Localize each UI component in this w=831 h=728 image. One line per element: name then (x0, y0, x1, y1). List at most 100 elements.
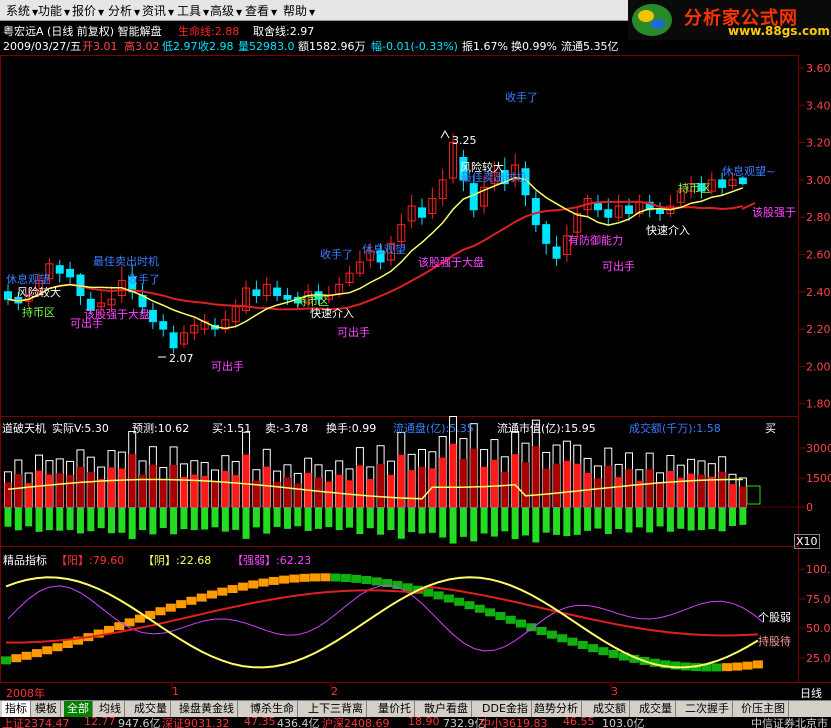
indicator-step-block (155, 607, 166, 616)
volume-sell-bar (304, 508, 312, 531)
candle-body (625, 205, 633, 214)
volume-sell-bar (87, 508, 95, 532)
volume-buy: 买:1.51 (212, 422, 252, 435)
indicator-tab-6[interactable]: 博杀生命 (247, 701, 298, 717)
volume-buy-bar (356, 465, 364, 507)
indicator-tab-2[interactable]: 全部 (64, 701, 93, 717)
volume-sell-bar (377, 508, 385, 535)
indicator-tab-0[interactable]: 指标 (2, 701, 31, 717)
volume-buy-bar (4, 482, 12, 507)
price-annotation-22: 可出手 (70, 316, 103, 330)
status-item-0: 上证2374.47 (2, 717, 70, 728)
time-axis-month-3: 3 (611, 685, 618, 698)
volume-sell-bar (584, 508, 592, 531)
volume-sell-bar (718, 508, 726, 532)
indicator-strength-line (7, 585, 764, 652)
volume-buy-bar (687, 473, 695, 507)
volume-sell-bar (263, 508, 271, 534)
price-axis-label: 3.00 (806, 174, 831, 187)
indicator-step-block (62, 640, 73, 649)
indicator-strength: 【强弱】:62.23 (232, 554, 312, 567)
indicator-tab-14[interactable]: 二次握手 (682, 701, 733, 717)
indicator-tab-4[interactable]: 成交量 (131, 701, 171, 717)
indicator-step-block (505, 615, 516, 624)
candle-body (148, 309, 157, 323)
indicator-tab-11[interactable]: 趋势分析 (531, 701, 582, 717)
volume-sell-bar (4, 508, 12, 527)
volume-buy-bar (718, 471, 726, 507)
indicator-axis-label: 100. (806, 563, 831, 576)
volume-sell-bar (366, 508, 374, 529)
volume-sell-bar (14, 508, 22, 531)
volume-sell-bar (56, 508, 64, 531)
volume-sell-bar (356, 508, 364, 535)
indicator-tab-5[interactable]: 操盘黄金线 (176, 701, 238, 717)
status-item-2: 947.6亿 (118, 717, 161, 728)
volume-sell: 卖:-3.78 (265, 422, 309, 435)
volume-buy-bar (335, 474, 343, 507)
candle-body (738, 177, 747, 185)
indicator-step-block (289, 574, 300, 583)
indicator-tab-8[interactable]: 量价托 (375, 701, 415, 717)
indicator-step-block (464, 601, 475, 610)
indicator-tab-13[interactable]: 成交量 (636, 701, 676, 717)
volume-turnover: 换手:0.99 (326, 422, 377, 435)
volume-buy-bar (242, 454, 250, 507)
volume-sell-bar (66, 508, 74, 530)
index-status-bar: 上证2374.47 12.77 947.6亿 深证9031.32 47.35 436.4亿… (0, 717, 831, 728)
volume-sell-bar (511, 508, 519, 540)
volume-buy-bar (35, 470, 43, 507)
volume-buy-bar (573, 463, 581, 507)
indicator-tab-3[interactable]: 均线 (96, 701, 125, 717)
indicator-step-block (186, 596, 197, 605)
volume-sell-bar (25, 508, 33, 527)
indicator-axis-label: 50.00 (806, 622, 831, 635)
volume-buy-bar (366, 478, 374, 507)
volume-tail: 买 (765, 422, 776, 435)
price-annotation-8: 有防御能力 (568, 233, 623, 247)
volume-buy-bar (180, 476, 188, 507)
indicator-tab-15[interactable]: 价压主图 (738, 701, 789, 717)
indicator-step-band (1, 573, 763, 672)
price-axis-label: 2.80 (806, 211, 831, 224)
volume-buy-bar (87, 472, 95, 507)
indicator-step-block (443, 594, 454, 603)
indicator-step-block (722, 663, 732, 672)
volume-buy-bar (656, 483, 664, 507)
price-annotation-9: 可出手 (602, 259, 635, 273)
indicator-tab-9[interactable]: 散户看盘 (421, 701, 472, 717)
volume-sell-bar (563, 508, 571, 537)
volume-buy-bar (729, 484, 736, 507)
indicator-tab-1[interactable]: 模板 (32, 701, 61, 717)
indicator-tab-12[interactable]: 成交额 (590, 701, 630, 717)
price-axis-label: 1.80 (806, 398, 831, 411)
volume-sell-bar (532, 508, 540, 543)
volume-buy-bar (76, 467, 84, 507)
indicator-tab-7[interactable]: 上下三背离 (305, 701, 367, 717)
volume-sell-bar (542, 508, 550, 533)
volume-sell-bar (35, 508, 43, 532)
volume-buy-bar (315, 477, 322, 507)
indicator-step-block (21, 651, 32, 660)
price-annotation-4: 休息观望~ (722, 164, 775, 178)
indicator-step-block (1, 656, 11, 665)
indicator-step-block (546, 630, 557, 639)
volume-buy-bar (522, 462, 529, 507)
price-annotation-20: 持币区 (22, 305, 55, 319)
candle-body (552, 246, 561, 259)
volume-buy-bar (615, 477, 623, 507)
volume-buy-bar (263, 466, 271, 507)
chart-canvas[interactable]: 3.60 3.40 3.20 3.00 2.80 2.60 2.40 2.20 2.00 1.80… (0, 0, 831, 700)
volume-buy-bar (470, 448, 478, 507)
price-annotation-1: 3.25 (452, 134, 477, 147)
indicator-step-block (31, 649, 42, 658)
time-axis-month-1: 1 (172, 685, 179, 698)
volume-sell-bar (170, 508, 178, 535)
indicator-step-block (299, 573, 310, 582)
volume-axis-label: 15000 (806, 472, 831, 485)
volume-float-shares: 流通盘(亿):5.35 (393, 422, 474, 435)
price-annotation-7: 快速介入 (646, 224, 690, 237)
volume-sell-bar (666, 508, 674, 532)
volume-buy-bar (149, 464, 157, 507)
indicator-tab-10[interactable]: DDE金指 (479, 701, 532, 717)
